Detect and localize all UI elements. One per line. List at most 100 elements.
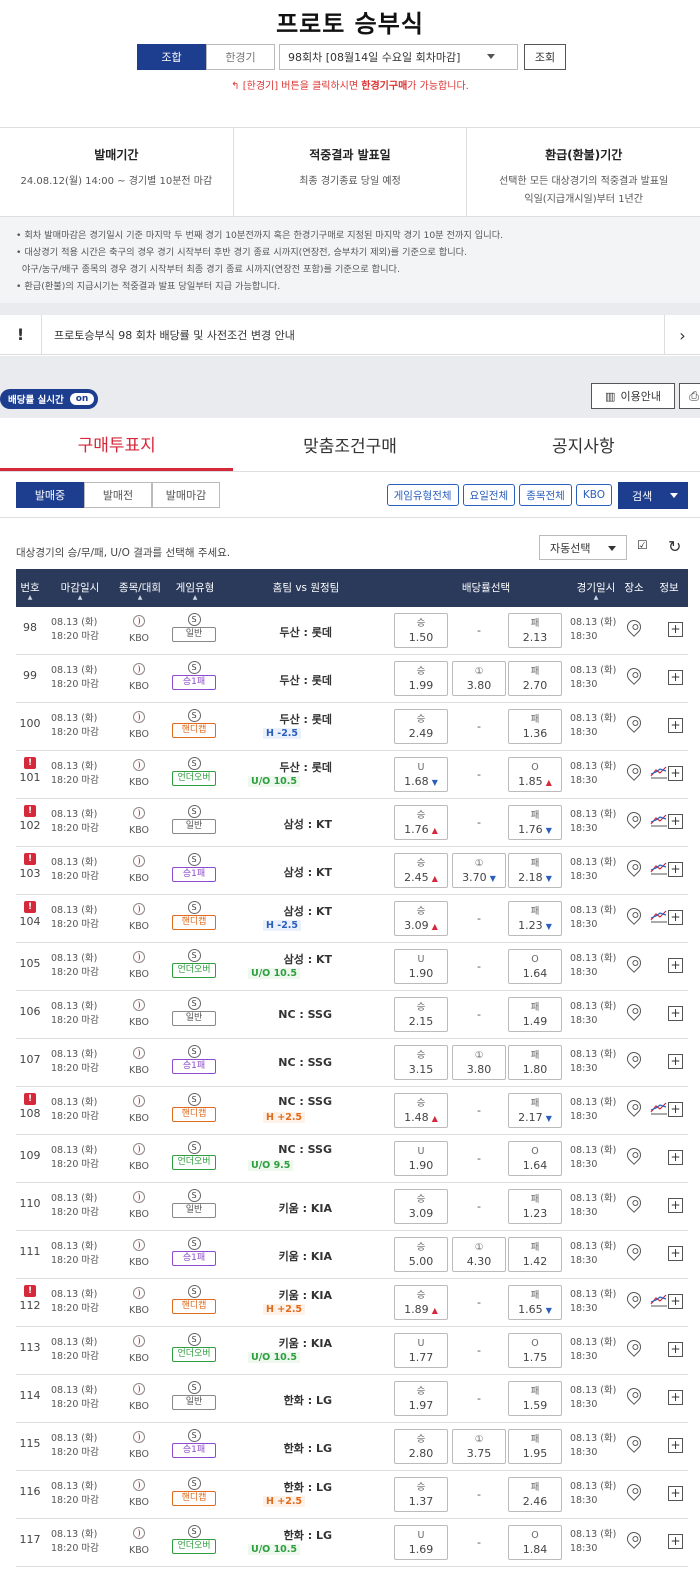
expand-plus-icon[interactable]: + <box>668 1054 683 1069</box>
chip-game-type[interactable]: 게임유형전체 <box>386 484 459 506</box>
venue-pin-icon[interactable] <box>624 617 644 640</box>
expand-plus-icon[interactable]: + <box>668 622 683 637</box>
venue-pin-icon[interactable] <box>624 1097 644 1120</box>
odds-home-button[interactable]: U 1.69 <box>394 1525 448 1560</box>
odds-away-button[interactable]: O 1.84 <box>508 1525 562 1560</box>
col-game-type[interactable]: 게임유형 ▲ <box>168 580 222 601</box>
odds-away-button[interactable]: 패 2.18 ▼ <box>508 853 562 888</box>
realtime-odds-toggle[interactable]: 배당률 실시간 on <box>0 389 99 409</box>
odds-home-button[interactable]: 승 2.45 ▲ <box>394 853 448 888</box>
expand-plus-icon[interactable]: + <box>668 1150 683 1165</box>
odds-draw-button[interactable]: ① 3.75 <box>452 1429 506 1464</box>
odds-draw-button[interactable]: ① 4.30 <box>452 1237 506 1272</box>
venue-pin-icon[interactable] <box>624 953 644 976</box>
checkbox-filter-icon[interactable]: ☑ <box>637 538 648 552</box>
odds-away-button[interactable]: 패 2.13 <box>508 613 562 648</box>
expand-plus-icon[interactable]: + <box>668 1342 683 1357</box>
odds-home-button[interactable]: 승 2.80 <box>394 1429 448 1464</box>
odds-home-button[interactable]: 승 2.49 <box>394 709 448 744</box>
odds-away-button[interactable]: O 1.85 ▲ <box>508 757 562 792</box>
odds-home-button[interactable]: U 1.90 <box>394 949 448 984</box>
odds-away-button[interactable]: O 1.64 <box>508 1141 562 1176</box>
odds-chart-icon[interactable] <box>650 1293 670 1307</box>
expand-plus-icon[interactable]: + <box>668 1246 683 1261</box>
odds-home-button[interactable]: 승 1.37 <box>394 1477 448 1512</box>
tab-custom-purchase[interactable]: 맞춤조건구매 <box>233 418 466 471</box>
odds-home-button[interactable]: 승 5.00 <box>394 1237 448 1272</box>
announcement-bar[interactable]: ! 프로토승부식 98 회차 배당률 및 사전조건 변경 안내 › <box>0 314 700 355</box>
filter-closed[interactable]: 발매마감 <box>152 482 220 508</box>
guide-button[interactable]: ▥ 이용안내 <box>591 383 675 409</box>
odds-home-button[interactable]: 승 1.48 ▲ <box>394 1093 448 1128</box>
chip-day[interactable]: 요일전체 <box>462 484 516 506</box>
odds-away-button[interactable]: 패 1.23 <box>508 1189 562 1224</box>
odds-away-button[interactable]: 패 1.80 <box>508 1045 562 1080</box>
odds-home-button[interactable]: 승 3.15 <box>394 1045 448 1080</box>
col-league[interactable]: 종목/대회 ▲ <box>112 580 168 601</box>
odds-away-button[interactable]: O 1.64 <box>508 949 562 984</box>
odds-home-button[interactable]: 승 2.15 <box>394 997 448 1032</box>
venue-pin-icon[interactable] <box>624 761 644 784</box>
expand-plus-icon[interactable]: + <box>668 1486 683 1501</box>
print-button[interactable]: ⎙ <box>679 383 700 409</box>
chevron-right-icon[interactable]: › <box>664 315 700 355</box>
venue-pin-icon[interactable] <box>624 1145 644 1168</box>
odds-home-button[interactable]: 승 1.50 <box>394 613 448 648</box>
col-game-date[interactable]: 경기일시 ▲ <box>568 580 624 601</box>
lookup-button[interactable]: 조회 <box>524 44 566 70</box>
expand-plus-icon[interactable]: + <box>668 766 683 781</box>
expand-plus-icon[interactable]: + <box>668 862 683 877</box>
venue-pin-icon[interactable] <box>624 1529 644 1552</box>
expand-plus-icon[interactable]: + <box>668 814 683 829</box>
venue-pin-icon[interactable] <box>624 1241 644 1264</box>
odds-home-button[interactable]: U 1.90 <box>394 1141 448 1176</box>
search-button[interactable]: 검색 <box>618 482 688 509</box>
odds-draw-button[interactable]: ① 3.70 ▼ <box>452 853 506 888</box>
odds-away-button[interactable]: 패 1.42 <box>508 1237 562 1272</box>
expand-plus-icon[interactable]: + <box>668 718 683 733</box>
expand-plus-icon[interactable]: + <box>668 670 683 685</box>
odds-home-button[interactable]: 승 1.76 ▲ <box>394 805 448 840</box>
expand-plus-icon[interactable]: + <box>668 1534 683 1549</box>
odds-away-button[interactable]: 패 2.70 <box>508 661 562 696</box>
venue-pin-icon[interactable] <box>624 1337 644 1360</box>
expand-plus-icon[interactable]: + <box>668 1198 683 1213</box>
odds-chart-icon[interactable] <box>650 1101 670 1115</box>
odds-home-button[interactable]: U 1.68 ▼ <box>394 757 448 792</box>
odds-home-button[interactable]: 승 3.09 <box>394 1189 448 1224</box>
venue-pin-icon[interactable] <box>624 1481 644 1504</box>
odds-away-button[interactable]: 패 2.17 ▼ <box>508 1093 562 1128</box>
venue-pin-icon[interactable] <box>624 1001 644 1024</box>
odds-away-button[interactable]: 패 1.95 <box>508 1429 562 1464</box>
odds-away-button[interactable]: 패 1.23 ▼ <box>508 901 562 936</box>
venue-pin-icon[interactable] <box>624 809 644 832</box>
venue-pin-icon[interactable] <box>624 1289 644 1312</box>
filter-on-sale[interactable]: 발매중 <box>16 482 84 508</box>
odds-away-button[interactable]: 패 1.65 ▼ <box>508 1285 562 1320</box>
odds-home-button[interactable]: 승 3.09 ▲ <box>394 901 448 936</box>
venue-pin-icon[interactable] <box>624 1049 644 1072</box>
filter-before-sale[interactable]: 발매전 <box>84 482 152 508</box>
odds-chart-icon[interactable] <box>650 765 670 779</box>
odds-chart-icon[interactable] <box>650 861 670 875</box>
odds-home-button[interactable]: 승 1.99 <box>394 661 448 696</box>
odds-home-button[interactable]: 승 1.97 <box>394 1381 448 1416</box>
odds-draw-button[interactable]: ① 3.80 <box>452 1045 506 1080</box>
expand-plus-icon[interactable]: + <box>668 958 683 973</box>
odds-chart-icon[interactable] <box>650 909 670 923</box>
venue-pin-icon[interactable] <box>624 1193 644 1216</box>
odds-draw-button[interactable]: ① 3.80 <box>452 661 506 696</box>
expand-plus-icon[interactable]: + <box>668 910 683 925</box>
chip-sport[interactable]: 종목전체 <box>519 484 572 506</box>
chip-league[interactable]: KBO <box>575 484 612 506</box>
venue-pin-icon[interactable] <box>624 857 644 880</box>
expand-plus-icon[interactable]: + <box>668 1390 683 1405</box>
odds-home-button[interactable]: 승 1.89 ▲ <box>394 1285 448 1320</box>
venue-pin-icon[interactable] <box>624 905 644 928</box>
venue-pin-icon[interactable] <box>624 1433 644 1456</box>
odds-away-button[interactable]: 패 1.59 <box>508 1381 562 1416</box>
expand-plus-icon[interactable]: + <box>668 1294 683 1309</box>
odds-away-button[interactable]: 패 1.76 ▼ <box>508 805 562 840</box>
odds-away-button[interactable]: O 1.75 <box>508 1333 562 1368</box>
mode-tab-combo[interactable]: 조합 <box>137 44 206 70</box>
